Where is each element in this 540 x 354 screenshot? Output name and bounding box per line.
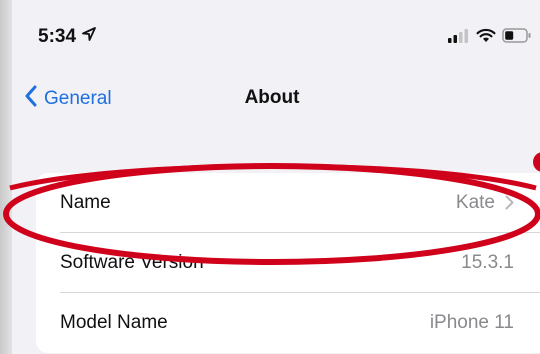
left-edge-shadow bbox=[0, 0, 12, 354]
page-title: About bbox=[244, 87, 300, 108]
wifi-icon bbox=[476, 28, 496, 48]
cellular-signal-icon bbox=[448, 28, 470, 48]
status-time-text: 5:34 bbox=[38, 26, 77, 47]
list-item-model-name: Model Name iPhone 11 bbox=[36, 293, 540, 353]
battery-icon bbox=[502, 28, 532, 48]
location-arrow-icon bbox=[81, 26, 97, 48]
list-item-value-group: Kate bbox=[456, 190, 514, 216]
status-icons bbox=[448, 28, 532, 48]
list-item-software-version: Software Version 15.3.1 bbox=[36, 233, 540, 293]
list-item-label: Software Version bbox=[60, 252, 204, 273]
list-item-value: 15.3.1 bbox=[461, 252, 514, 273]
screenshot-frame: 5:34 General About Name Kate Software Ve… bbox=[0, 0, 540, 354]
list-item-value: iPhone 11 bbox=[429, 312, 514, 333]
list-item-value: Kate bbox=[455, 192, 495, 213]
list-item-label: Model Name bbox=[60, 312, 168, 333]
status-time: 5:34 bbox=[38, 26, 97, 48]
chevron-right-icon bbox=[505, 190, 514, 216]
list-item-name[interactable]: Name Kate bbox=[36, 173, 540, 233]
about-list: Name Kate Software Version 15.3.1 Model … bbox=[36, 173, 540, 353]
phone-screen: 5:34 General About Name Kate Software Ve… bbox=[12, 0, 540, 354]
list-item-label: Name bbox=[60, 192, 111, 213]
